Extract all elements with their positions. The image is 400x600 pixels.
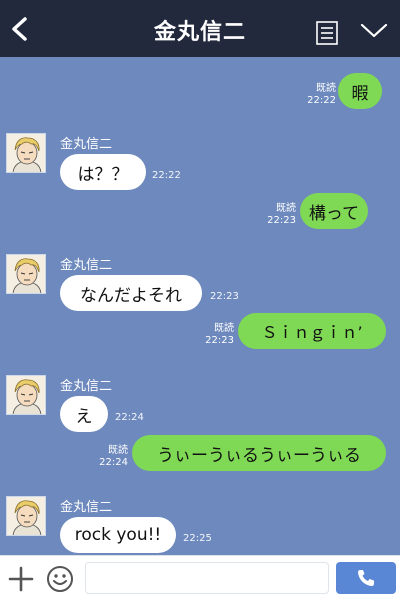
message-bubble-incoming[interactable]: rock you!! bbox=[60, 517, 176, 553]
message-time: 22:25 bbox=[183, 533, 212, 544]
message-bubble-incoming[interactable]: え bbox=[60, 396, 108, 432]
message-bubble-outgoing[interactable]: うぃーうぃるうぃーうぃる bbox=[132, 435, 386, 471]
read-receipt: 既読 bbox=[108, 445, 128, 456]
message-bubble-incoming[interactable]: は？？ bbox=[60, 154, 146, 190]
plus-icon[interactable] bbox=[8, 566, 34, 592]
avatar-image bbox=[7, 376, 45, 414]
message-input[interactable] bbox=[85, 562, 329, 594]
message-meta: 既読 22:24 bbox=[92, 445, 128, 469]
chevron-down-icon[interactable] bbox=[360, 22, 388, 40]
message-time: 22:24 bbox=[115, 412, 144, 423]
call-button[interactable] bbox=[336, 562, 396, 594]
message-meta: 既読 22:23 bbox=[260, 203, 296, 227]
avatar[interactable] bbox=[6, 375, 46, 415]
message-bubble-outgoing[interactable]: 暇 bbox=[338, 73, 382, 109]
avatar-image bbox=[7, 497, 45, 535]
chat-header: 金丸信二 bbox=[0, 0, 400, 57]
avatar-image bbox=[7, 255, 45, 293]
message-time: 22:24 bbox=[99, 457, 128, 468]
message-bubble-incoming[interactable]: なんだよそれ bbox=[60, 275, 202, 311]
avatar[interactable] bbox=[6, 254, 46, 294]
message-meta: 既読 22:22 bbox=[300, 83, 336, 107]
message-time: 22:23 bbox=[210, 291, 239, 302]
sender-name: 金丸信二 bbox=[60, 137, 113, 152]
message-bubble-outgoing[interactable]: 構って bbox=[300, 193, 368, 229]
message-list[interactable]: 既読 22:22 暇 金丸信二 は？？ 22:22 既読 22:23 構って 金… bbox=[0, 57, 400, 555]
avatar-image bbox=[7, 134, 45, 172]
sender-name: 金丸信二 bbox=[60, 500, 113, 515]
avatar[interactable] bbox=[6, 496, 46, 536]
message-time: 22:22 bbox=[152, 170, 181, 181]
message-time: 22:22 bbox=[307, 95, 336, 106]
sender-name: 金丸信二 bbox=[60, 258, 113, 273]
read-receipt: 既読 bbox=[316, 83, 336, 94]
message-meta: 既読 22:23 bbox=[198, 323, 234, 347]
message-bubble-outgoing[interactable]: Ｓｉｎｇｉｎ’ bbox=[238, 313, 386, 349]
avatar[interactable] bbox=[6, 133, 46, 173]
smile-icon[interactable] bbox=[46, 565, 74, 593]
read-receipt: 既読 bbox=[214, 323, 234, 334]
message-time: 22:23 bbox=[205, 335, 234, 346]
read-receipt: 既読 bbox=[276, 203, 296, 214]
note-list-icon[interactable] bbox=[316, 21, 338, 45]
phone-icon bbox=[358, 570, 374, 586]
chat-title: 金丸信二 bbox=[153, 20, 246, 45]
message-time: 22:23 bbox=[267, 215, 296, 226]
message-input-bar bbox=[0, 555, 400, 600]
sender-name: 金丸信二 bbox=[60, 379, 113, 394]
